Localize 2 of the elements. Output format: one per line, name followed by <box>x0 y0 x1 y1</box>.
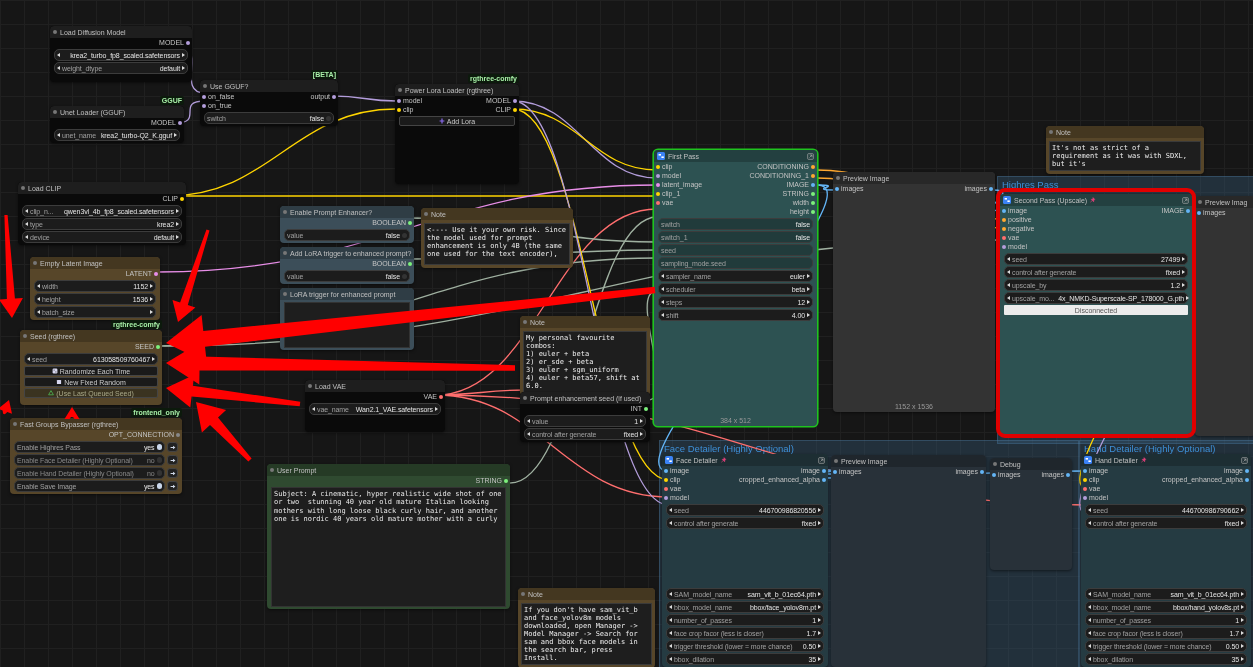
group-title: Highres Pass <box>1001 178 1060 192</box>
group-title: Face Detailer (Highly Optional) <box>663 442 795 456</box>
